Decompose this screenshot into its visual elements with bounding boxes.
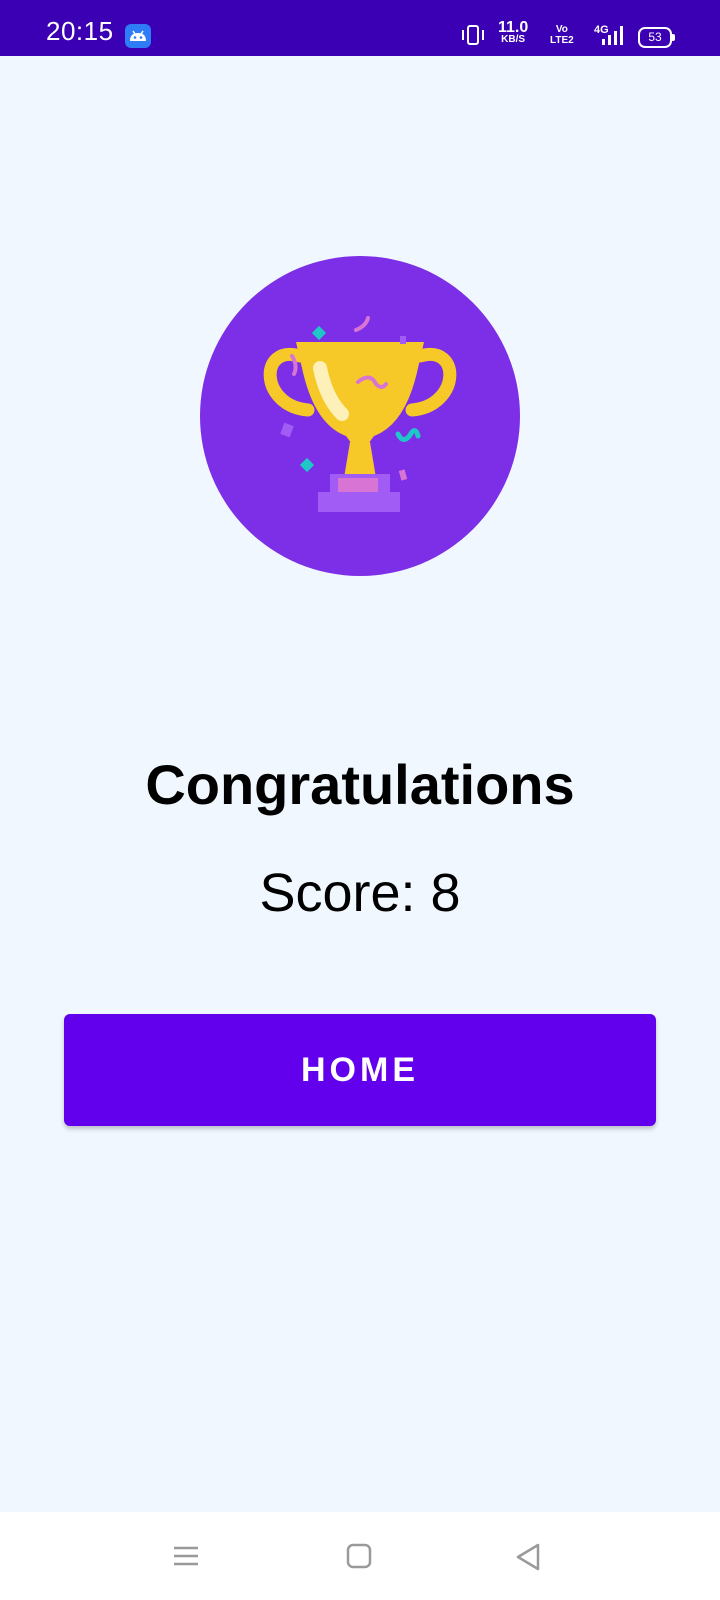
network-speed: 11.0 KB/S	[498, 19, 529, 46]
trophy-icon	[263, 316, 457, 512]
navigation-bar	[0, 1512, 720, 1600]
network-speed-unit: KB/S	[501, 34, 526, 45]
network-speed-value: 11.0	[498, 19, 529, 36]
status-bar: 20:15 11.0 KB/S Vo LTE2 4G 53	[0, 0, 720, 56]
back-triangle-icon[interactable]	[514, 1542, 544, 1577]
android-app-icon	[125, 24, 151, 48]
trophy-badge	[200, 256, 520, 576]
home-button[interactable]: HOME	[64, 1014, 656, 1126]
volte-top: Vo	[555, 24, 568, 35]
signal-icon: 4G	[590, 22, 626, 53]
network-type: 4G	[594, 24, 609, 36]
battery-level: 53	[648, 30, 662, 44]
menu-icon[interactable]	[172, 1542, 200, 1575]
volte-bottom: LTE2	[550, 35, 574, 46]
status-indicators: 11.0 KB/S Vo LTE2 4G 53	[420, 0, 720, 56]
volte-indicator: Vo LTE2	[550, 24, 574, 46]
score-text: Score: 8	[259, 863, 461, 923]
battery-icon: 53	[638, 27, 675, 48]
home-square-icon[interactable]	[345, 1542, 373, 1575]
status-time: 20:15	[46, 16, 114, 46]
vibrate-icon	[460, 24, 486, 51]
congratulations-title: Congratulations	[145, 753, 575, 816]
